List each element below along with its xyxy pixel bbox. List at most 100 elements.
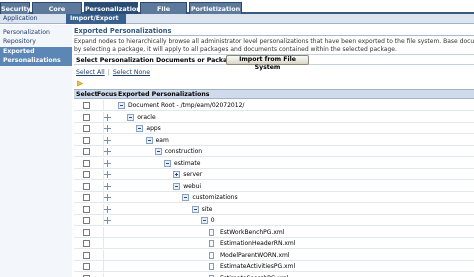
select-all-link[interactable]: Select All bbox=[76, 69, 105, 76]
minus-icon[interactable] bbox=[136, 125, 144, 132]
row-checkbox[interactable] bbox=[83, 148, 90, 155]
crosshair-icon[interactable] bbox=[104, 148, 111, 155]
select-cell bbox=[74, 238, 104, 249]
minus-icon[interactable] bbox=[127, 113, 135, 121]
tab-portletization[interactable]: Portletization bbox=[189, 2, 242, 14]
main-content: Exported Personalizations Expand nodes t… bbox=[74, 25, 474, 277]
row-checkbox[interactable] bbox=[83, 263, 90, 270]
crosshair-icon[interactable] bbox=[104, 194, 111, 201]
instructions-line-1: Expand nodes to hierarchically browse al… bbox=[74, 38, 474, 45]
select-cell bbox=[74, 192, 104, 203]
column-header-name: Exported Personalizations bbox=[118, 91, 210, 98]
crosshair-icon[interactable] bbox=[104, 113, 111, 121]
yellow-arrow-icon[interactable] bbox=[77, 80, 84, 87]
table-row: server bbox=[74, 169, 474, 180]
tree-node-label[interactable]: EstimationHeaderRN.xml bbox=[220, 240, 295, 247]
tree-node-label: 0 bbox=[210, 217, 215, 224]
tree-node-label: construction bbox=[164, 148, 203, 155]
select-cell bbox=[74, 272, 104, 277]
row-checkbox[interactable] bbox=[83, 194, 90, 201]
selection-links: Select All | Select None bbox=[76, 69, 150, 76]
row-checkbox[interactable] bbox=[83, 251, 90, 259]
tab-core-services[interactable]: Core Services bbox=[32, 2, 82, 25]
table-row: EstimateSearchPG.xml bbox=[74, 272, 474, 277]
crosshair-icon[interactable] bbox=[104, 217, 111, 224]
select-cell bbox=[74, 111, 104, 123]
table-row: ModelParentWORN.xml bbox=[74, 249, 474, 261]
tab-file-manager[interactable]: File Manager bbox=[140, 2, 187, 25]
crosshair-icon[interactable] bbox=[104, 171, 111, 178]
row-checkbox[interactable] bbox=[83, 159, 90, 167]
minus-icon[interactable] bbox=[200, 217, 208, 224]
select-package-row: Select Personalization Documents or Pack… bbox=[74, 54, 474, 71]
table-row: apps bbox=[74, 123, 474, 134]
link-separator: | bbox=[107, 69, 110, 76]
row-checkbox[interactable] bbox=[83, 217, 90, 224]
row-checkbox[interactable] bbox=[83, 171, 90, 178]
select-cell bbox=[74, 249, 104, 261]
row-checkbox[interactable] bbox=[83, 228, 90, 236]
minus-icon[interactable] bbox=[191, 205, 199, 213]
file-icon bbox=[209, 228, 214, 236]
row-checkbox[interactable] bbox=[83, 113, 90, 121]
crosshair-icon[interactable] bbox=[104, 125, 111, 132]
nav-personalization-repository[interactable]: Personalization Repository bbox=[3, 29, 69, 46]
tree-node-label: site bbox=[201, 205, 213, 213]
instructions-text: Expand nodes to hierarchically browse al… bbox=[74, 38, 474, 53]
row-checkbox[interactable] bbox=[83, 205, 90, 213]
select-none-link[interactable]: Select None bbox=[113, 69, 150, 76]
subtab-application-catalog[interactable]: Application Catalog bbox=[3, 14, 63, 32]
select-cell bbox=[74, 157, 104, 169]
select-cell bbox=[74, 215, 104, 226]
tree-node-label: Document Root - /tmp/eam/02072012/ bbox=[128, 102, 245, 109]
row-checkbox[interactable] bbox=[83, 102, 90, 109]
select-cell bbox=[74, 146, 104, 157]
instructions-line-2: by selecting a package, it will apply to… bbox=[74, 45, 397, 53]
crosshair-icon[interactable] bbox=[104, 159, 111, 167]
tab-security[interactable]: Security bbox=[0, 2, 31, 14]
tree-node-label[interactable]: EstimateActivitiesPG.xml bbox=[220, 263, 295, 270]
table-row: eam bbox=[74, 134, 474, 146]
row-checkbox[interactable] bbox=[83, 240, 90, 247]
crosshair-icon[interactable] bbox=[104, 205, 111, 213]
page-title: Exported Personalizations bbox=[74, 27, 474, 36]
tree-node-label[interactable]: EstWorkBenchPG.xml bbox=[220, 229, 284, 236]
left-navigation: Personalization Repository Exported Pers… bbox=[0, 25, 72, 277]
select-cell bbox=[74, 100, 104, 111]
file-icon bbox=[209, 263, 214, 270]
table-row: 0 bbox=[74, 215, 474, 226]
select-cell bbox=[74, 226, 104, 238]
minus-icon[interactable] bbox=[173, 182, 181, 190]
table-row: Document Root - /tmp/eam/02072012/ bbox=[74, 100, 474, 111]
tree-node-label[interactable]: ModelParentWORN.xml bbox=[220, 252, 290, 259]
nav-exported-personalizations[interactable]: Exported Personalizations bbox=[0, 47, 72, 66]
select-cell bbox=[74, 203, 104, 215]
select-package-label: Select Personalization Documents or Pack… bbox=[76, 57, 239, 64]
tree-node-label: eam bbox=[155, 136, 169, 144]
minus-icon[interactable] bbox=[182, 194, 190, 201]
minus-icon[interactable] bbox=[154, 148, 162, 155]
row-checkbox[interactable] bbox=[83, 182, 90, 190]
tree-node-label: customizations bbox=[192, 194, 238, 201]
table-row: estimate bbox=[74, 157, 474, 169]
row-checkbox[interactable] bbox=[83, 125, 90, 132]
table-row: construction bbox=[74, 146, 474, 157]
import-from-file-system-button[interactable]: Import from File System bbox=[226, 55, 309, 71]
table-row: oracle bbox=[74, 111, 474, 123]
plus-icon[interactable] bbox=[173, 171, 181, 178]
select-cell bbox=[74, 169, 104, 180]
column-header-focus: Focus bbox=[97, 91, 117, 98]
table-row: webui bbox=[74, 180, 474, 192]
minus-icon[interactable] bbox=[118, 102, 125, 109]
subtab-import-export[interactable]: Import/Export bbox=[66, 14, 126, 24]
tab-personalization[interactable]: Personalization bbox=[84, 2, 141, 14]
minus-icon[interactable] bbox=[164, 159, 171, 167]
tree-node-label: server bbox=[183, 171, 203, 178]
select-cell bbox=[74, 261, 104, 272]
row-checkbox[interactable] bbox=[83, 136, 90, 144]
column-header-select: Select bbox=[76, 91, 98, 98]
tree-node-label: apps bbox=[146, 125, 161, 132]
crosshair-icon[interactable] bbox=[104, 136, 111, 144]
crosshair-icon[interactable] bbox=[104, 182, 111, 190]
minus-icon[interactable] bbox=[145, 136, 153, 144]
